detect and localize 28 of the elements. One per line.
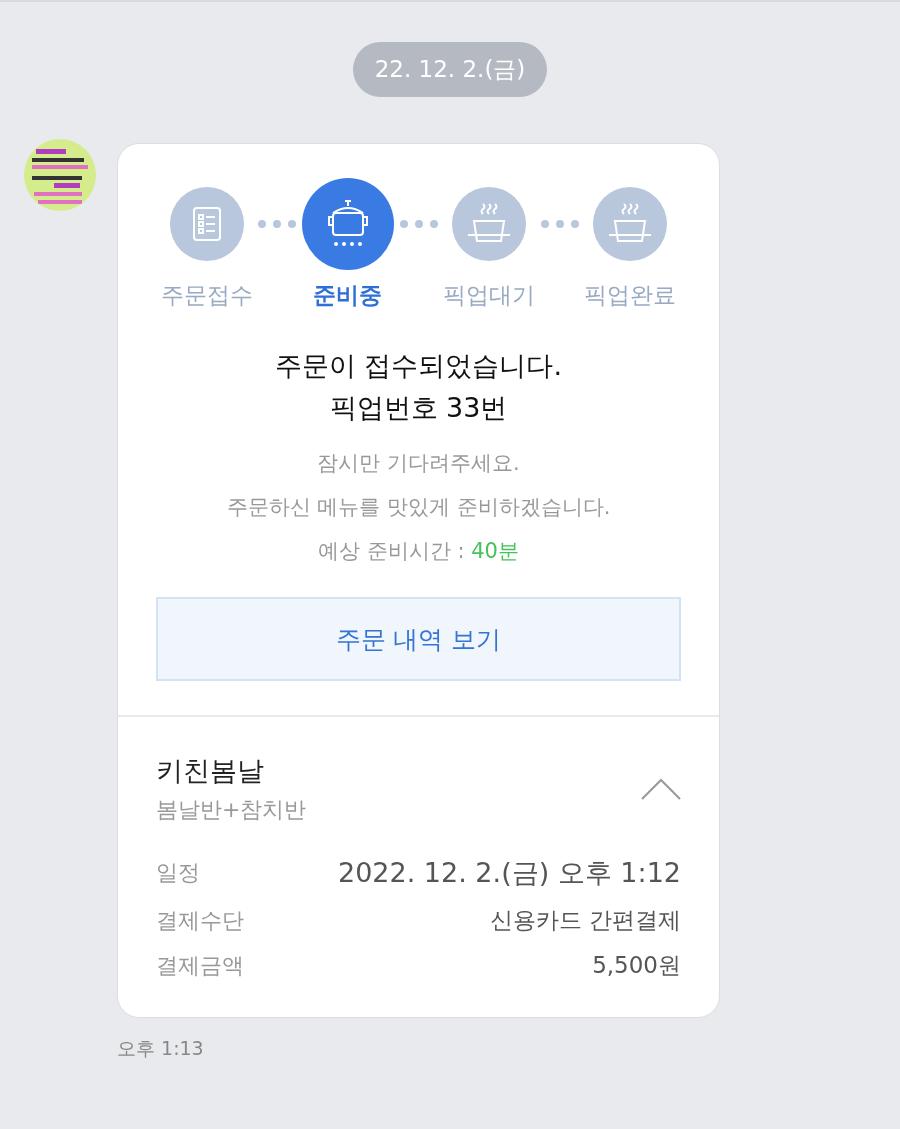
menu-text: 봄날반+참치반 [156, 796, 307, 824]
steaming-bowl-icon [466, 203, 513, 245]
step-label: 픽업대기 [443, 281, 536, 310]
notice-text: 주문하신 메뉴를 맛있게 준비하겠습니다. [226, 494, 611, 521]
dots-icon [257, 219, 298, 229]
order-details-button[interactable]: 주문 내역 보기 [156, 597, 681, 681]
eta-value: 40분 [471, 539, 519, 563]
step-label: 주문접수 [160, 281, 253, 310]
dots-icon [398, 219, 439, 229]
detail-label: 결제금액 [156, 951, 244, 980]
detail-value: 2022. 12. 2.(금) 오후 1:12 [337, 856, 681, 890]
detail-value: 5,500원 [592, 951, 681, 980]
eta-label: 예상 준비시간 : [318, 539, 465, 563]
steaming-bowl-icon [607, 203, 654, 245]
detail-value: 신용카드 간편결제 [489, 906, 681, 935]
store-name: 키친봄날 [156, 754, 265, 788]
date-divider: 22. 12. 2.(금) [352, 42, 548, 97]
detail-label: 일정 [156, 859, 200, 887]
detail-label: 결제수단 [156, 906, 244, 935]
status-title: 픽업번호 33번 [328, 391, 509, 425]
message-time: 오후 1:13 [117, 1036, 205, 1061]
status-title: 주문이 접수되었습니다. [274, 349, 563, 383]
chevron-up-icon[interactable] [641, 778, 681, 800]
notice-text: 잠시만 기다려주세요. [316, 450, 521, 477]
checklist-icon [191, 206, 222, 242]
step-label: 준비중 [313, 281, 383, 310]
dots-icon [539, 219, 580, 229]
step-label: 픽업완료 [584, 281, 677, 310]
